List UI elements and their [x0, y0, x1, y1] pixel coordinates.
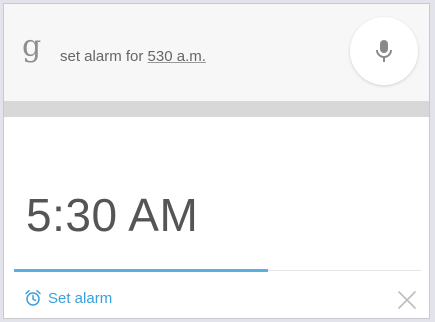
- voice-search-frame: g set alarm for 530 a.m. 5:30 AM Set ala…: [3, 3, 430, 319]
- dismiss-button[interactable]: [396, 289, 418, 311]
- close-icon: [398, 291, 416, 309]
- divider: [4, 101, 429, 117]
- set-alarm-button[interactable]: Set alarm: [24, 289, 112, 307]
- search-query[interactable]: set alarm for 530 a.m.: [60, 48, 206, 65]
- google-g-icon: g: [22, 29, 42, 64]
- query-prefix: set alarm for: [60, 48, 148, 65]
- progress-track: [268, 270, 421, 271]
- alarm-card: 5:30 AM Set alarm: [4, 117, 429, 318]
- set-alarm-label: Set alarm: [48, 289, 113, 307]
- microphone-icon: [376, 40, 392, 62]
- query-time: 530 a.m.: [147, 48, 206, 65]
- confirm-progress-bar: [14, 269, 268, 272]
- search-bar[interactable]: g set alarm for 530 a.m.: [4, 4, 429, 101]
- alarm-clock-icon: [25, 290, 41, 306]
- alarm-time: 5:30 AM: [26, 189, 199, 241]
- microphone-button[interactable]: [350, 17, 418, 85]
